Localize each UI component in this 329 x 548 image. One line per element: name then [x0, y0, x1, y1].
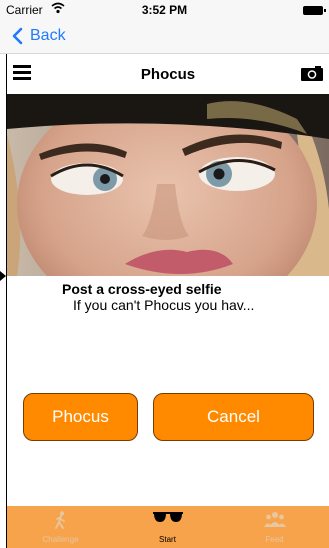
tab-challenge[interactable]: Challenge	[7, 506, 114, 548]
phocus-button-label: Phocus	[52, 407, 109, 426]
camera-icon[interactable]	[301, 66, 323, 81]
back-label: Back	[30, 27, 66, 44]
chevron-right-icon	[0, 271, 6, 281]
cancel-button-label: Cancel	[207, 407, 260, 426]
phocus-button[interactable]: Phocus	[23, 393, 138, 441]
battery-icon	[303, 6, 326, 15]
tab-challenge-label: Challenge	[42, 535, 79, 544]
page-title: Phocus	[140, 66, 196, 83]
sunglasses-icon	[152, 512, 183, 522]
tab-start[interactable]: Start	[114, 506, 221, 548]
navigation-bar: Back	[0, 20, 329, 54]
chevron-left-icon	[12, 27, 23, 45]
cancel-button[interactable]: Cancel	[153, 393, 314, 441]
status-bar: Carrier 3:52 PM	[0, 0, 329, 20]
content-frame: Phocus Post a cross-eyed selfie If you c…	[6, 54, 329, 548]
back-button[interactable]: Back	[8, 26, 66, 46]
post-title: Post a cross-eyed selfie	[62, 281, 222, 297]
tab-start-label: Start	[159, 535, 176, 544]
tab-feed-label: Feed	[265, 535, 284, 544]
tab-feed[interactable]: Feed	[221, 506, 328, 548]
selfie-photo	[7, 94, 329, 276]
people-group-icon	[263, 512, 286, 527]
status-time: 3:52 PM	[141, 3, 188, 17]
tab-bar: Challenge Start Feed	[7, 506, 329, 548]
walking-person-icon	[54, 511, 65, 529]
post-subtitle: If you can't Phocus you hav...	[73, 297, 255, 313]
title-bar: Phocus	[7, 56, 329, 92]
